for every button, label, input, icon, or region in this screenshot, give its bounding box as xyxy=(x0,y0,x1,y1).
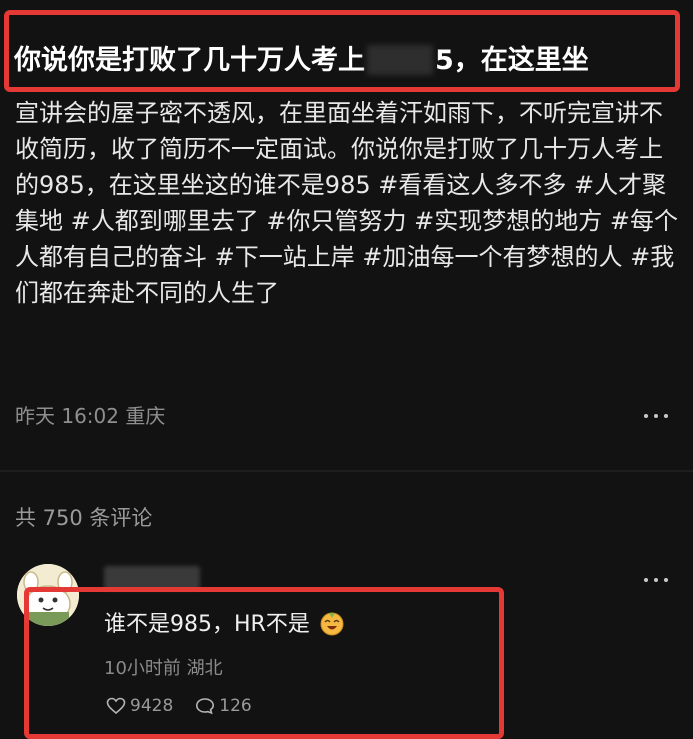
post-meta: 昨天 16:02 重庆 xyxy=(15,400,165,429)
comment-bubble-icon xyxy=(196,698,215,715)
hashtag[interactable]: #你只管努力 xyxy=(266,207,406,235)
more-dots-icon[interactable] xyxy=(644,577,668,583)
post-title-part2: 5，在这里坐 xyxy=(435,45,589,76)
hashtag[interactable]: #看看这人多不多 xyxy=(378,171,566,199)
more-dots-icon[interactable] xyxy=(644,413,668,419)
post-body: 宣讲会的屋子密不透风，在里面坐着汗如雨下，不听完宣讲不收简历，收了简历不一定面试… xyxy=(15,95,680,311)
comment-time: 10小时前 xyxy=(104,658,181,679)
comment-location: 湖北 xyxy=(186,658,223,679)
reply-count: 126 xyxy=(219,696,252,716)
like-count: 9428 xyxy=(130,696,174,716)
hashtag[interactable]: #加油每一个有梦想的人 xyxy=(362,243,622,271)
comment-count: 共 750 条评论 xyxy=(15,506,153,530)
reply-button[interactable]: 126 xyxy=(195,696,252,716)
comment-stats: 9428 126 xyxy=(106,696,274,716)
comment-meta: 10小时前 湖北 xyxy=(104,654,223,680)
like-button[interactable]: 9428 xyxy=(106,696,173,716)
post-location: 重庆 xyxy=(125,404,166,428)
comment-text: 谁不是985，HR不是 xyxy=(104,606,345,638)
hashtag[interactable]: #下一站上岸 xyxy=(215,243,355,271)
post-body-text: 宣讲会的屋子密不透风，在里面坐着汗如雨下，不听完宣讲不收简历，收了简历不一定面试… xyxy=(15,99,663,199)
hashtag[interactable]: #实现梦想的地方 xyxy=(414,207,602,235)
heart-icon xyxy=(106,697,126,715)
post-title: 你说你是打败了几十万人考上 5，在这里坐 xyxy=(14,38,589,77)
hashtag[interactable]: #人都到哪里去了 xyxy=(71,207,259,235)
post-time: 昨天 16:02 xyxy=(15,404,119,428)
comment-text-content: 谁不是985，HR不是 xyxy=(104,612,310,637)
title-redacted-blur xyxy=(367,45,433,75)
post-title-part1: 你说你是打败了几十万人考上 xyxy=(14,45,365,76)
divider xyxy=(0,470,693,472)
laughing-emoji-icon xyxy=(320,612,344,636)
